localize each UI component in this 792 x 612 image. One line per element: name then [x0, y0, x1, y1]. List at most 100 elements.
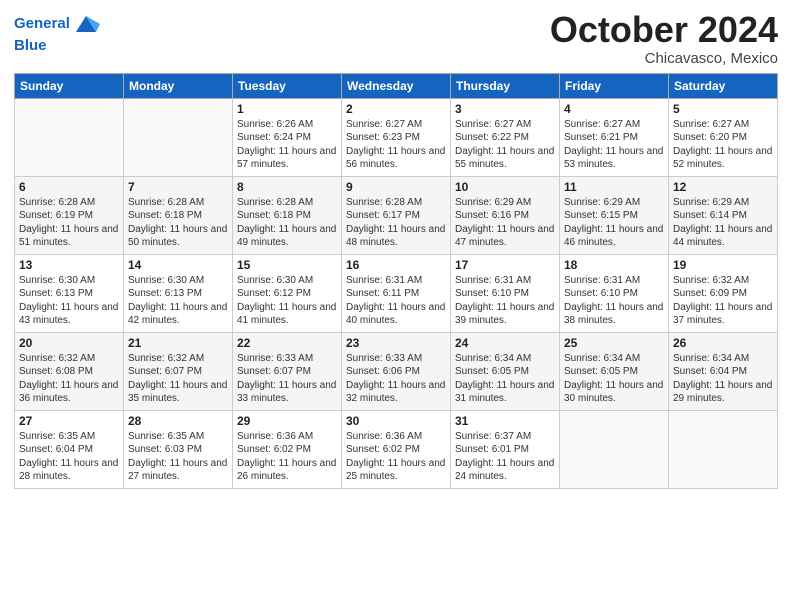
day-number: 9 [346, 180, 446, 194]
title-block: October 2024 Chicavasco, Mexico [550, 10, 778, 67]
calendar-cell: 11 Sunrise: 6:29 AMSunset: 6:15 PMDayligh… [560, 176, 669, 254]
day-info: Sunrise: 6:28 AMSunset: 6:17 PMDaylight:… [346, 196, 446, 250]
day-number: 3 [455, 102, 555, 116]
calendar-cell: 8 Sunrise: 6:28 AMSunset: 6:18 PMDaylight… [233, 176, 342, 254]
weekday-header-monday: Monday [124, 73, 233, 98]
calendar-cell: 12 Sunrise: 6:29 AMSunset: 6:14 PMDayligh… [669, 176, 778, 254]
day-info: Sunrise: 6:36 AMSunset: 6:02 PMDaylight:… [237, 430, 337, 484]
day-number: 22 [237, 336, 337, 350]
day-number: 25 [564, 336, 664, 350]
weekday-header-row: SundayMondayTuesdayWednesdayThursdayFrid… [15, 73, 778, 98]
day-number: 30 [346, 414, 446, 428]
logo-icon [72, 10, 100, 38]
day-number: 28 [128, 414, 228, 428]
day-info: Sunrise: 6:35 AMSunset: 6:03 PMDaylight:… [128, 430, 228, 484]
day-number: 6 [19, 180, 119, 194]
day-info: Sunrise: 6:33 AMSunset: 6:06 PMDaylight:… [346, 352, 446, 406]
day-number: 10 [455, 180, 555, 194]
calendar-cell [15, 98, 124, 176]
day-number: 26 [673, 336, 773, 350]
day-number: 24 [455, 336, 555, 350]
day-info: Sunrise: 6:28 AMSunset: 6:19 PMDaylight:… [19, 196, 119, 250]
calendar-cell: 24 Sunrise: 6:34 AMSunset: 6:05 PMDayligh… [451, 332, 560, 410]
day-info: Sunrise: 6:29 AMSunset: 6:14 PMDaylight:… [673, 196, 773, 250]
calendar-cell: 28 Sunrise: 6:35 AMSunset: 6:03 PMDayligh… [124, 410, 233, 488]
day-info: Sunrise: 6:27 AMSunset: 6:21 PMDaylight:… [564, 118, 664, 172]
calendar-cell: 15Sunrise: 6:30 AMSunset: 6:12 PMDayligh… [233, 254, 342, 332]
week-row-0: 1 Sunrise: 6:26 AMSunset: 6:24 PMDaylight… [15, 98, 778, 176]
page-header: General Blue October 2024 Chicavasco, Me… [14, 10, 778, 67]
day-info: Sunrise: 6:31 AMSunset: 6:10 PMDaylight:… [564, 274, 664, 328]
weekday-header-tuesday: Tuesday [233, 73, 342, 98]
calendar-cell: 17 Sunrise: 6:31 AMSunset: 6:10 PMDayligh… [451, 254, 560, 332]
day-info: Sunrise: 6:36 AMSunset: 6:02 PMDaylight:… [346, 430, 446, 484]
calendar-cell [124, 98, 233, 176]
day-number: 18 [564, 258, 664, 272]
calendar-cell: 19Sunrise: 6:32 AMSunset: 6:09 PMDayligh… [669, 254, 778, 332]
month-title: October 2024 [550, 10, 778, 50]
calendar-cell [669, 410, 778, 488]
day-info: Sunrise: 6:34 AMSunset: 6:05 PMDaylight:… [455, 352, 555, 406]
calendar-cell: 18 Sunrise: 6:31 AMSunset: 6:10 PMDayligh… [560, 254, 669, 332]
day-info: Sunrise: 6:34 AMSunset: 6:05 PMDaylight:… [564, 352, 664, 406]
day-info: Sunrise: 6:29 AMSunset: 6:16 PMDaylight:… [455, 196, 555, 250]
calendar-cell: 1 Sunrise: 6:26 AMSunset: 6:24 PMDaylight… [233, 98, 342, 176]
location: Chicavasco, Mexico [550, 50, 778, 67]
calendar-cell: 26Sunrise: 6:34 AMSunset: 6:04 PMDayligh… [669, 332, 778, 410]
day-number: 23 [346, 336, 446, 350]
calendar-table: SundayMondayTuesdayWednesdayThursdayFrid… [14, 73, 778, 489]
day-info: Sunrise: 6:32 AMSunset: 6:08 PMDaylight:… [19, 352, 119, 406]
day-info: Sunrise: 6:28 AMSunset: 6:18 PMDaylight:… [237, 196, 337, 250]
day-info: Sunrise: 6:32 AMSunset: 6:09 PMDaylight:… [673, 274, 773, 328]
day-info: Sunrise: 6:37 AMSunset: 6:01 PMDaylight:… [455, 430, 555, 484]
day-number: 1 [237, 102, 337, 116]
day-info: Sunrise: 6:29 AMSunset: 6:15 PMDaylight:… [564, 196, 664, 250]
day-number: 16 [346, 258, 446, 272]
day-number: 8 [237, 180, 337, 194]
calendar-body: 1 Sunrise: 6:26 AMSunset: 6:24 PMDaylight… [15, 98, 778, 488]
week-row-3: 20 Sunrise: 6:32 AMSunset: 6:08 PMDayligh… [15, 332, 778, 410]
day-number: 20 [19, 336, 119, 350]
day-number: 27 [19, 414, 119, 428]
calendar-cell: 16 Sunrise: 6:31 AMSunset: 6:11 PMDayligh… [342, 254, 451, 332]
calendar-cell: 23 Sunrise: 6:33 AMSunset: 6:06 PMDayligh… [342, 332, 451, 410]
calendar-cell: 25 Sunrise: 6:34 AMSunset: 6:05 PMDayligh… [560, 332, 669, 410]
day-number: 5 [673, 102, 773, 116]
weekday-header-friday: Friday [560, 73, 669, 98]
day-info: Sunrise: 6:26 AMSunset: 6:24 PMDaylight:… [237, 118, 337, 172]
day-number: 12 [673, 180, 773, 194]
weekday-header-wednesday: Wednesday [342, 73, 451, 98]
week-row-4: 27 Sunrise: 6:35 AMSunset: 6:04 PMDayligh… [15, 410, 778, 488]
week-row-2: 13Sunrise: 6:30 AMSunset: 6:13 PMDayligh… [15, 254, 778, 332]
day-info: Sunrise: 6:35 AMSunset: 6:04 PMDaylight:… [19, 430, 119, 484]
week-row-1: 6 Sunrise: 6:28 AMSunset: 6:19 PMDaylight… [15, 176, 778, 254]
day-number: 17 [455, 258, 555, 272]
calendar-cell: 22 Sunrise: 6:33 AMSunset: 6:07 PMDayligh… [233, 332, 342, 410]
day-number: 11 [564, 180, 664, 194]
calendar-cell: 29Sunrise: 6:36 AMSunset: 6:02 PMDayligh… [233, 410, 342, 488]
day-info: Sunrise: 6:30 AMSunset: 6:12 PMDaylight:… [237, 274, 337, 328]
logo-text: General [14, 16, 70, 33]
day-info: Sunrise: 6:28 AMSunset: 6:18 PMDaylight:… [128, 196, 228, 250]
calendar-cell: 7 Sunrise: 6:28 AMSunset: 6:18 PMDaylight… [124, 176, 233, 254]
logo: General Blue [14, 10, 100, 55]
calendar-cell [560, 410, 669, 488]
day-info: Sunrise: 6:30 AMSunset: 6:13 PMDaylight:… [128, 274, 228, 328]
day-info: Sunrise: 6:30 AMSunset: 6:13 PMDaylight:… [19, 274, 119, 328]
day-number: 4 [564, 102, 664, 116]
weekday-header-thursday: Thursday [451, 73, 560, 98]
weekday-header-saturday: Saturday [669, 73, 778, 98]
day-info: Sunrise: 6:27 AMSunset: 6:20 PMDaylight:… [673, 118, 773, 172]
day-info: Sunrise: 6:31 AMSunset: 6:11 PMDaylight:… [346, 274, 446, 328]
day-number: 21 [128, 336, 228, 350]
weekday-header-sunday: Sunday [15, 73, 124, 98]
day-info: Sunrise: 6:33 AMSunset: 6:07 PMDaylight:… [237, 352, 337, 406]
day-info: Sunrise: 6:27 AMSunset: 6:22 PMDaylight:… [455, 118, 555, 172]
calendar-cell: 21 Sunrise: 6:32 AMSunset: 6:07 PMDayligh… [124, 332, 233, 410]
calendar-cell: 6 Sunrise: 6:28 AMSunset: 6:19 PMDaylight… [15, 176, 124, 254]
day-number: 7 [128, 180, 228, 194]
day-info: Sunrise: 6:31 AMSunset: 6:10 PMDaylight:… [455, 274, 555, 328]
day-info: Sunrise: 6:32 AMSunset: 6:07 PMDaylight:… [128, 352, 228, 406]
calendar-cell: 20 Sunrise: 6:32 AMSunset: 6:08 PMDayligh… [15, 332, 124, 410]
calendar-cell: 10 Sunrise: 6:29 AMSunset: 6:16 PMDayligh… [451, 176, 560, 254]
